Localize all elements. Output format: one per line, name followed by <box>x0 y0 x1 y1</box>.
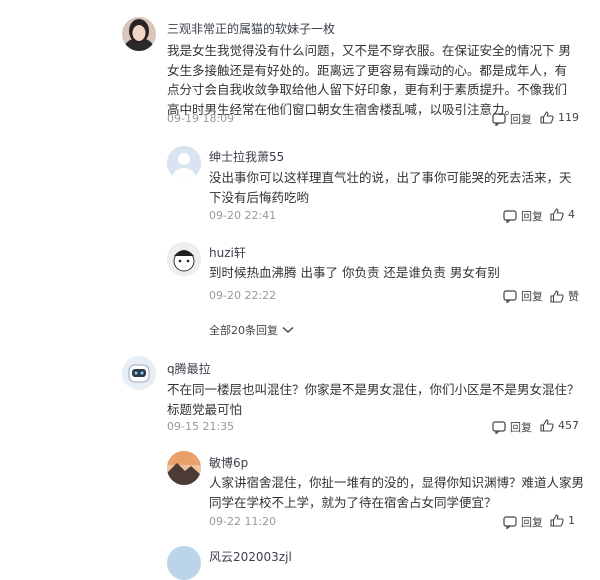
reply-button[interactable]: 回复 <box>503 288 543 304</box>
view-all-replies-label: 全部20条回复 <box>209 324 278 337</box>
comment-bubble-icon <box>503 209 517 223</box>
robot-avatar-icon[interactable] <box>122 356 156 390</box>
like-count: 457 <box>558 419 579 432</box>
comment-author[interactable]: 绅士拉我萧55 <box>209 148 284 165</box>
reply-label: 回复 <box>521 516 543 529</box>
reply-label: 回复 <box>510 421 532 434</box>
comment-text: 人家讲宿舍混住，你扯一堆有的没的，显得你知识渊博？难道人家男同学在学校不上学，就… <box>209 475 585 510</box>
like-button[interactable]: 457 <box>540 419 579 432</box>
comment-author[interactable]: q腾最拉 <box>167 360 211 377</box>
like-count: 1 <box>568 514 575 527</box>
thumbs-up-icon <box>550 289 564 303</box>
view-all-replies-button[interactable]: 全部20条回复 <box>209 322 294 338</box>
comment-bubble-icon <box>503 515 517 529</box>
comment-text: 到时候热血沸腾 出事了 你负责 还是谁负责 男女有别 <box>209 265 500 280</box>
like-count: 119 <box>558 111 579 124</box>
like-count: 4 <box>568 208 575 221</box>
like-button[interactable]: 119 <box>540 111 579 124</box>
reply-button[interactable]: 回复 <box>503 208 543 224</box>
comment-bubble-icon <box>503 289 517 303</box>
cartoon-avatar-icon[interactable] <box>167 242 201 276</box>
thumbs-up-icon <box>550 514 564 527</box>
chevron-down-icon <box>282 326 294 333</box>
like-button[interactable]: 赞 <box>550 288 579 304</box>
comment-time: 09-20 22:41 <box>209 209 277 222</box>
like-label: 赞 <box>568 290 579 303</box>
comment-time: 09-15 21:35 <box>167 420 235 433</box>
comment-time: 09-20 22:22 <box>209 289 277 302</box>
reply-button[interactable]: 回复 <box>492 419 532 435</box>
comment-bubble-icon <box>492 420 506 434</box>
reply-button[interactable]: 回复 <box>503 514 543 530</box>
thumbs-up-icon <box>540 111 554 124</box>
thumbs-up-icon <box>550 208 564 221</box>
comment-text: 不在同一楼层也叫混住？你家是不是男女混住，你们小区是不是男女混住？标题党最可怕 <box>167 382 580 417</box>
reply-button[interactable]: 回复 <box>492 111 532 127</box>
comment-bubble-icon <box>492 112 506 126</box>
thumbs-up-icon <box>540 419 554 432</box>
comment-author[interactable]: 风云202003zjl <box>209 548 292 565</box>
comment-author[interactable]: 三观非常正的属猫的软妹子一枚 <box>167 20 335 37</box>
comment-time: 09-22 11:20 <box>209 515 277 528</box>
reply-label: 回复 <box>521 210 543 223</box>
like-button[interactable]: 4 <box>550 208 575 221</box>
reply-label: 回复 <box>521 290 543 303</box>
comment-text: 我是女生我觉得没有什么问题，又不是不穿衣服。在保证安全的情况下 男女生多接触还是… <box>167 43 571 117</box>
woman-portrait-avatar-icon[interactable] <box>122 17 156 51</box>
user-avatar-icon[interactable] <box>167 546 201 580</box>
sunset-avatar-icon[interactable] <box>167 451 201 485</box>
comment-time: 09-19 18:09 <box>167 112 235 125</box>
comment-author[interactable]: 敏博6p <box>209 454 248 471</box>
reply-label: 回复 <box>510 113 532 126</box>
like-button[interactable]: 1 <box>550 514 575 527</box>
default-user-avatar-icon[interactable] <box>167 146 201 180</box>
comment-text: 没出事你可以这样理直气壮的说，出了事你可能哭的死去活来，天下没有后悔药吃哟 <box>209 170 572 205</box>
comment-author[interactable]: huzi轩 <box>209 244 246 261</box>
